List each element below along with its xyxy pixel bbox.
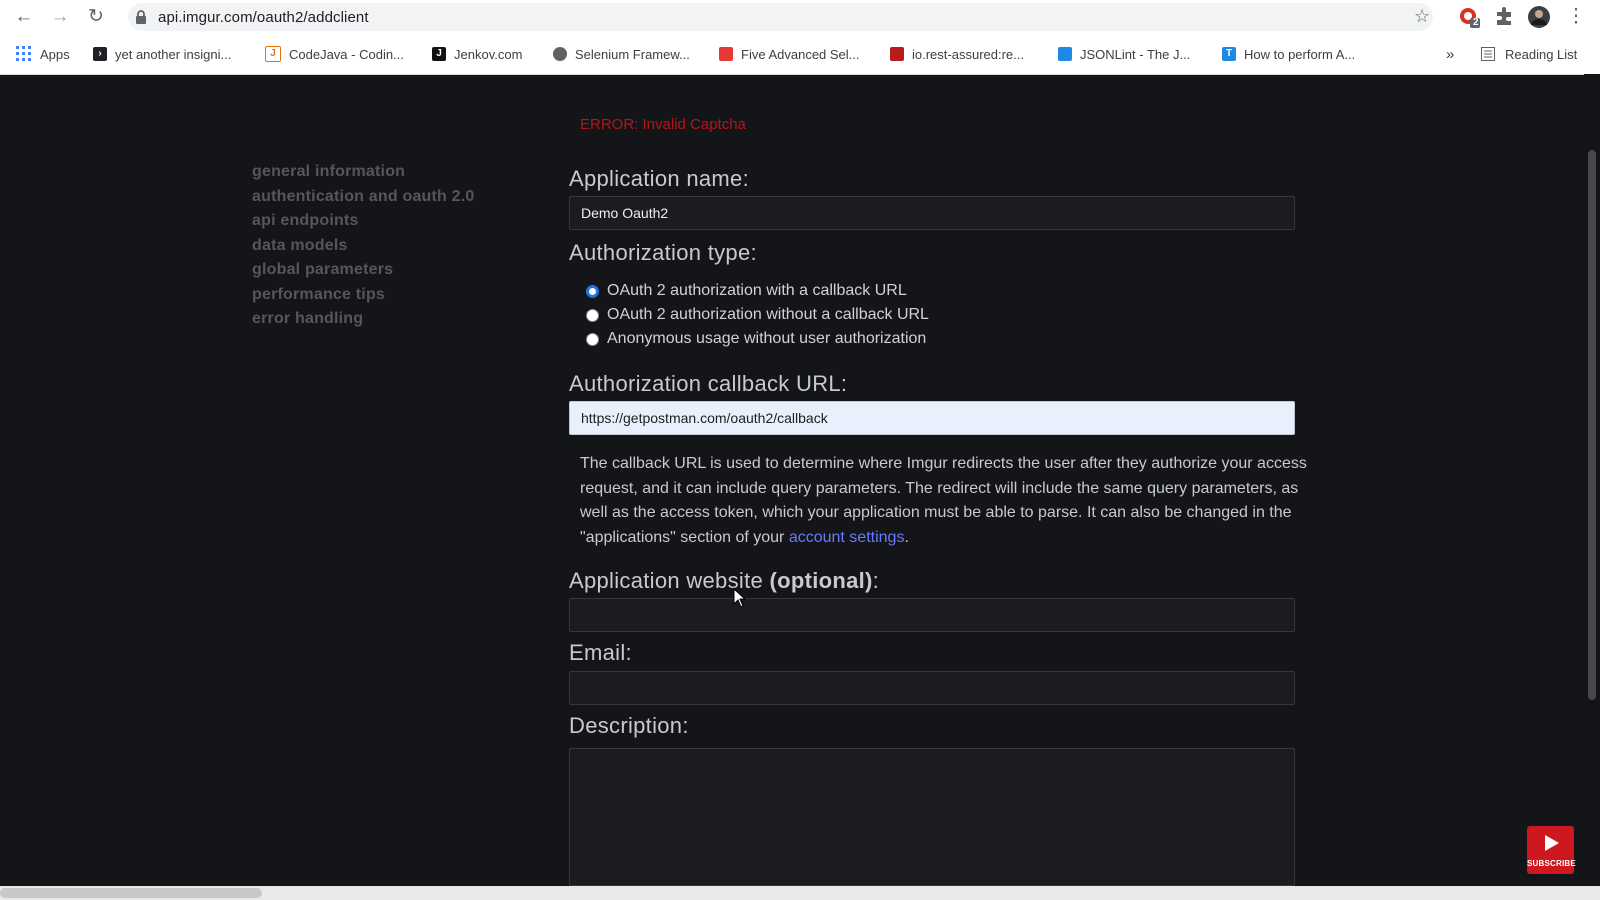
extension-badge-icon[interactable]: 2 xyxy=(1458,5,1482,29)
horizontal-scrollbar[interactable] xyxy=(0,886,1600,900)
address-bar[interactable]: api.imgur.com/oauth2/addclient xyxy=(128,3,1433,31)
sidebar-item-authentication[interactable]: authentication and oauth 2.0 xyxy=(252,185,475,210)
sidebar-item-data-models[interactable]: data models xyxy=(252,234,475,259)
radio-anonymous[interactable]: Anonymous usage without user authorizati… xyxy=(586,330,926,348)
sidebar-item-api-endpoints[interactable]: api endpoints xyxy=(252,209,475,234)
vertical-scrollbar[interactable] xyxy=(1584,74,1600,886)
horizontal-scrollbar-thumb[interactable] xyxy=(0,888,262,898)
radio-button[interactable] xyxy=(586,308,599,322)
subscribe-label: SUBSCRIBE xyxy=(1527,859,1576,868)
bookmark-yet-another[interactable]: › yet another insigni... xyxy=(93,45,231,63)
bookmark-label: Jenkov.com xyxy=(454,46,523,62)
apps-grid-icon xyxy=(16,46,31,61)
email-input[interactable] xyxy=(569,671,1295,705)
app-name-label: Application name: xyxy=(569,166,749,191)
bookmark-five-advanced[interactable]: Five Advanced Sel... xyxy=(719,45,860,63)
bookmarks-bar: Apps › yet another insigni... J CodeJava… xyxy=(0,40,1600,68)
auth-type-label: Authorization type: xyxy=(569,240,757,265)
bookmark-label: CodeJava - Codin... xyxy=(289,46,404,62)
radio-callback-url[interactable]: OAuth 2 authorization with a callback UR… xyxy=(586,282,907,300)
radio-label: OAuth 2 authorization with a callback UR… xyxy=(607,282,907,299)
bookmark-codejava[interactable]: J CodeJava - Codin... xyxy=(265,45,404,63)
website-label: Application website (optional): xyxy=(569,568,880,593)
bookmark-label: io.rest-assured:re... xyxy=(912,46,1024,62)
bookmark-jenkov[interactable]: J Jenkov.com xyxy=(432,45,522,63)
forward-icon[interactable]: → xyxy=(48,5,72,29)
bookmarks-overflow-button[interactable]: » xyxy=(1446,45,1454,63)
radio-label: Anonymous usage without user authorizati… xyxy=(607,330,927,347)
lock-icon xyxy=(136,10,146,24)
bookmark-rest-assured[interactable]: io.rest-assured:re... xyxy=(890,45,1024,63)
scrollbar-thumb[interactable] xyxy=(1588,150,1596,700)
reading-list-icon xyxy=(1481,47,1495,61)
callback-url-label: Authorization callback URL: xyxy=(569,371,848,396)
codejava-icon: J xyxy=(265,46,281,62)
bookmark-apps[interactable]: Apps xyxy=(16,45,70,63)
bookmark-label: JSONLint - The J... xyxy=(1080,46,1191,62)
email-label: Email: xyxy=(569,640,632,665)
radio-button[interactable] xyxy=(586,332,599,346)
bookmark-label: How to perform A... xyxy=(1244,46,1356,62)
terminal-icon: › xyxy=(93,47,107,61)
radio-no-callback-url[interactable]: OAuth 2 authorization without a callback… xyxy=(586,306,929,324)
sidebar-item-error-handling[interactable]: error handling xyxy=(252,307,475,332)
subscribe-button[interactable]: SUBSCRIBE xyxy=(1527,826,1576,874)
sidebar-item-performance-tips[interactable]: performance tips xyxy=(252,283,475,308)
back-icon[interactable]: ← xyxy=(12,5,36,29)
bookmark-label: Apps xyxy=(40,46,70,62)
globe-icon xyxy=(553,47,567,61)
help-text-body: The callback URL is used to determine wh… xyxy=(580,455,1307,546)
sidebar-item-general-information[interactable]: general information xyxy=(252,160,475,185)
extensions-puzzle-icon[interactable] xyxy=(1493,5,1517,29)
bookmark-label: Five Advanced Sel... xyxy=(741,46,860,62)
docs-sidebar: general information authentication and o… xyxy=(252,160,475,332)
radio-label: OAuth 2 authorization without a callback… xyxy=(607,306,929,323)
bookmark-how-to-perform[interactable]: T How to perform A... xyxy=(1222,45,1355,63)
bookmark-label: Selenium Framew... xyxy=(575,46,690,62)
extension-badge-count: 2 xyxy=(1473,17,1479,28)
browser-menu-icon[interactable]: ⋮ xyxy=(1564,5,1588,29)
bookmark-selenium[interactable]: Selenium Framew... xyxy=(553,45,690,63)
browser-toolbar: ← → ↻ api.imgur.com/oauth2/addclient ☆ 2… xyxy=(0,0,1600,34)
url-text: api.imgur.com/oauth2/addclient xyxy=(158,9,369,26)
mouse-pointer-icon xyxy=(733,588,747,608)
bookmark-label: yet another insigni... xyxy=(115,46,232,62)
tutorial-icon: T xyxy=(1222,47,1236,61)
website-input[interactable] xyxy=(569,598,1295,632)
jenkov-icon: J xyxy=(432,47,446,61)
jsonlint-icon xyxy=(1058,47,1072,61)
reading-list-button[interactable]: Reading List xyxy=(1481,45,1577,63)
maven-icon xyxy=(890,47,904,61)
reload-icon[interactable]: ↻ xyxy=(84,5,108,29)
browser-chrome: ← → ↻ api.imgur.com/oauth2/addclient ☆ 2… xyxy=(0,0,1600,75)
callback-help-text: The callback URL is used to determine wh… xyxy=(580,455,1307,546)
flame-icon xyxy=(719,47,733,61)
app-name-input[interactable]: Demo Oauth2 xyxy=(569,196,1295,230)
description-textarea[interactable] xyxy=(569,748,1295,886)
play-icon xyxy=(1544,835,1559,851)
error-message: ERROR: Invalid Captcha xyxy=(580,116,746,133)
account-settings-link[interactable]: account settings xyxy=(789,529,905,546)
optional-tag: (optional) xyxy=(769,568,873,593)
sidebar-item-global-parameters[interactable]: global parameters xyxy=(252,258,475,283)
bookmark-jsonlint[interactable]: JSONLint - The J... xyxy=(1058,45,1190,63)
bookmark-star-icon[interactable]: ☆ xyxy=(1414,6,1430,27)
description-label: Description: xyxy=(569,713,689,738)
reading-list-label: Reading List xyxy=(1505,46,1578,62)
radio-button[interactable] xyxy=(586,284,599,298)
callback-url-input[interactable]: https://getpostman.com/oauth2/callback xyxy=(569,401,1295,435)
profile-avatar[interactable] xyxy=(1527,5,1551,29)
